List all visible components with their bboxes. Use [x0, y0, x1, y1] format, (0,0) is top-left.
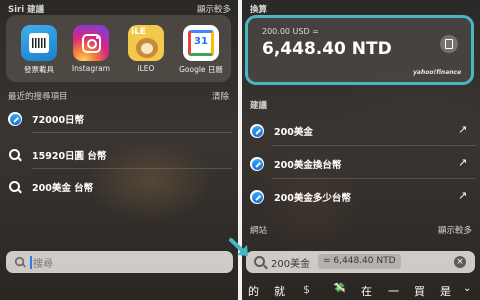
safari-icon — [250, 124, 264, 138]
app-instagram[interactable]: Instagram — [65, 25, 117, 73]
search-icon — [8, 180, 22, 194]
fill-arrow-icon[interactable]: ↗ — [458, 156, 467, 169]
recent-item-label: 72000日幣 — [32, 115, 85, 126]
left-panel: Siri 建議 顯示較多 發票載具 Instagram iLE iLEO 31 — [0, 0, 238, 300]
copy-icon — [445, 39, 453, 49]
inline-conversion-result: = 6,448.40 NTD — [318, 254, 401, 269]
safari-icon — [250, 157, 264, 171]
yahoo-finance-logo: yahoo!finance — [413, 69, 462, 76]
keyboard-suggestion[interactable]: $ — [303, 283, 310, 296]
conversion-result: 6,448.40 NTD — [262, 39, 392, 59]
divider — [32, 132, 232, 133]
fill-arrow-icon[interactable]: ↗ — [458, 123, 467, 136]
app-ileo[interactable]: iLE iLEO — [120, 25, 172, 73]
safari-icon — [8, 112, 22, 126]
app-label: Google 日曆 — [179, 65, 223, 74]
divider — [272, 178, 476, 179]
recent-item[interactable]: 72000日幣 — [8, 108, 84, 130]
keyboard-suggestion[interactable]: 是 — [440, 283, 451, 299]
clear-recents-button[interactable]: 清除 — [212, 90, 229, 102]
suggestion-label: 200美金多少台幣 — [274, 193, 351, 204]
app-label: iLEO — [137, 64, 155, 73]
calendar-day: 31 — [194, 36, 208, 47]
suggestion-item[interactable]: 200美金多少台幣 — [250, 186, 351, 208]
keyboard-suggestion[interactable]: 💸 — [333, 283, 345, 294]
conversion-from: 200.00 USD = — [262, 27, 319, 36]
keyboard-expand-chevron-icon[interactable]: ⌄ — [463, 283, 471, 294]
suggestion-label: 200美金 — [274, 127, 313, 138]
recent-item-label: 15920日圓 台幣 — [32, 151, 107, 162]
conversion-header: 換算 — [250, 5, 268, 15]
copy-button[interactable] — [440, 35, 458, 53]
ileo-app-icon: iLE — [128, 25, 164, 61]
siri-suggestions-header: Siri 建議 — [8, 5, 45, 15]
divider — [32, 168, 232, 169]
search-icon — [8, 148, 22, 162]
recent-item[interactable]: 15920日圓 台幣 — [8, 144, 106, 166]
search-placeholder: 搜尋 — [33, 259, 53, 270]
recent-searches-header: 最近的搜尋項目 — [8, 92, 68, 102]
suggestion-item[interactable]: 200美金 — [250, 120, 313, 142]
recent-item-label: 200美金 台幣 — [32, 183, 94, 194]
suggestions-header: 建議 — [250, 101, 268, 111]
app-invoice[interactable]: 發票載具 — [13, 25, 65, 75]
suggestion-item[interactable]: 200美金換台幣 — [250, 153, 341, 175]
keyboard-suggestion[interactable]: 的 — [248, 283, 259, 299]
clear-search-button[interactable]: × — [454, 256, 466, 268]
instagram-icon — [73, 25, 109, 61]
text-cursor — [30, 256, 32, 269]
app-label: 發票載具 — [24, 65, 54, 74]
keyboard-suggestion[interactable]: 就 — [274, 283, 285, 299]
fill-arrow-icon[interactable]: ↗ — [458, 189, 467, 202]
app-label: Instagram — [71, 64, 111, 73]
google-calendar-icon: 31 — [183, 25, 219, 61]
ileo-logo-text: iLE — [131, 27, 146, 37]
keyboard-suggestion[interactable]: 一 — [388, 283, 399, 299]
pointer-arrow-icon — [229, 238, 248, 256]
search-icon: #left .search .mag:before{border-color:#… — [14, 256, 26, 268]
search-field[interactable]: #left .search .mag:before{border-color:#… — [6, 251, 233, 273]
search-field-active[interactable]: 200美金 = 6,448.40 NTD × — [246, 251, 475, 273]
recent-item[interactable]: 200美金 台幣 — [8, 176, 93, 198]
suggestion-label: 200美金換台幣 — [274, 160, 342, 171]
currency-conversion-card[interactable]: 200.00 USD = 6,448.40 NTD yahoo!finance — [245, 15, 474, 85]
invoice-app-icon — [21, 25, 57, 61]
websites-header: 網站 — [250, 226, 268, 236]
siri-show-more-link[interactable]: 顯示較多 — [197, 3, 231, 15]
divider — [272, 145, 476, 146]
safari-icon — [250, 190, 264, 204]
search-query: 200美金 — [271, 259, 311, 270]
websites-show-more-link[interactable]: 顯示較多 — [438, 224, 472, 236]
keyboard-suggestion[interactable]: 在 — [361, 283, 372, 299]
keyboard-suggestion[interactable]: 買 — [414, 283, 425, 299]
app-google-calendar[interactable]: 31 Google 日曆 — [175, 25, 227, 75]
